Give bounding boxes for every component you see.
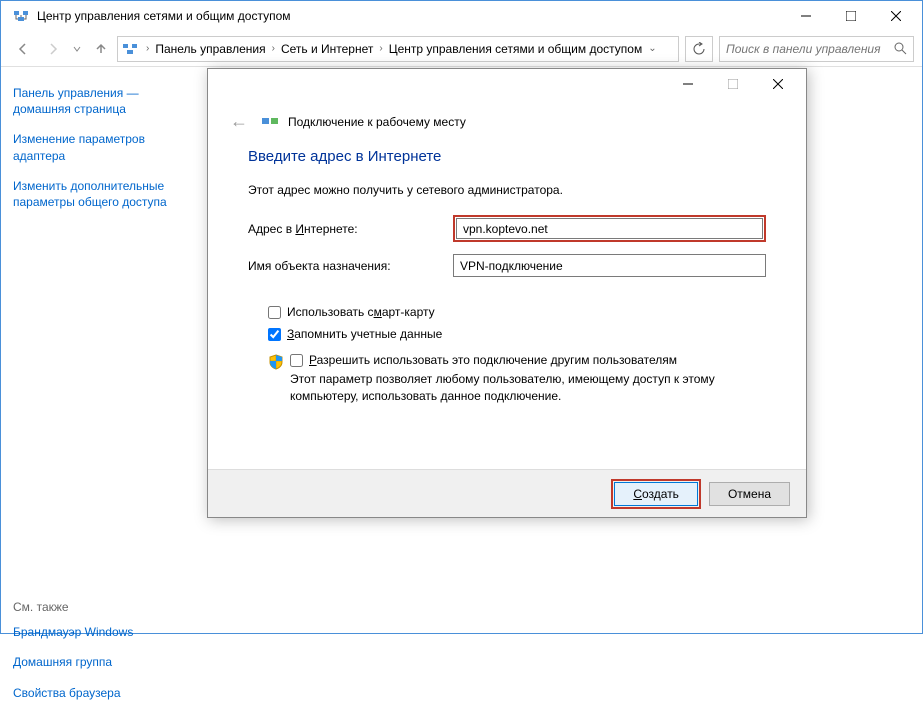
network-folder-icon bbox=[122, 41, 138, 57]
allow-others-description: Этот параметр позволяет любому пользоват… bbox=[290, 371, 766, 405]
chevron-right-icon: › bbox=[373, 43, 388, 54]
destination-name-label: Имя объекта назначения: bbox=[248, 259, 453, 273]
minimize-button[interactable] bbox=[783, 2, 828, 31]
cancel-button[interactable]: Отмена bbox=[709, 482, 790, 506]
dialog-minimize-button[interactable] bbox=[665, 70, 710, 99]
breadcrumb-item[interactable]: Панель управления bbox=[155, 42, 265, 56]
allow-others-row: Разрешить использовать это подключение д… bbox=[268, 353, 766, 405]
breadcrumb[interactable]: › Панель управления › Сеть и Интернет › … bbox=[117, 36, 679, 62]
breadcrumb-item[interactable]: Центр управления сетями и общим доступом bbox=[389, 42, 643, 56]
remember-checkbox-row: Запомнить учетные данные bbox=[268, 327, 766, 341]
destination-name-row: Имя объекта назначения: bbox=[248, 254, 766, 277]
nav-history-dropdown[interactable] bbox=[69, 35, 85, 63]
dialog-subtitle: Этот адрес можно получить у сетевого адм… bbox=[248, 183, 766, 197]
adapter-settings-link[interactable]: Изменение параметров адаптера bbox=[13, 131, 189, 163]
checkbox-group: Использовать смарт-карту Запомнить учетн… bbox=[268, 305, 766, 405]
create-button-highlight: Создать bbox=[611, 479, 701, 509]
remember-label: Запомнить учетные данные bbox=[287, 327, 442, 341]
home-link[interactable]: Панель управления — домашняя страница bbox=[13, 85, 189, 117]
chevron-right-icon: › bbox=[266, 43, 281, 54]
refresh-button[interactable] bbox=[685, 36, 713, 62]
window-titlebar: Центр управления сетями и общим доступом bbox=[1, 1, 922, 31]
dialog-heading: Введите адрес в Интернете bbox=[248, 148, 766, 165]
internet-address-highlight bbox=[453, 215, 766, 242]
chevron-down-icon[interactable]: ⌄ bbox=[642, 43, 662, 54]
internet-address-row: Адрес в Интернете: bbox=[248, 215, 766, 242]
navigation-bar: › Панель управления › Сеть и Интернет › … bbox=[1, 31, 922, 67]
nav-up-button[interactable] bbox=[87, 35, 115, 63]
dialog-close-button[interactable] bbox=[755, 70, 800, 99]
dialog-footer: Создать Отмена bbox=[208, 469, 806, 517]
create-button[interactable]: Создать bbox=[614, 482, 698, 506]
firewall-link[interactable]: Брандмауэр Windows bbox=[13, 624, 189, 640]
allow-others-content: Разрешить использовать это подключение д… bbox=[290, 353, 766, 405]
search-icon bbox=[894, 42, 907, 55]
sharing-settings-link[interactable]: Изменить дополнительные параметры общего… bbox=[13, 178, 189, 210]
vpn-connection-dialog: ← Подключение к рабочему месту Введите а… bbox=[207, 68, 807, 518]
chevron-right-icon: › bbox=[140, 43, 155, 54]
dialog-body: Введите адрес в Интернете Этот адрес мож… bbox=[208, 142, 806, 405]
remember-credentials-checkbox[interactable] bbox=[268, 328, 281, 341]
internet-address-label: Адрес в Интернете: bbox=[248, 222, 453, 236]
smartcard-checkbox-row: Использовать смарт-карту bbox=[268, 305, 766, 319]
breadcrumb-item[interactable]: Сеть и Интернет bbox=[281, 42, 373, 56]
nav-back-button[interactable] bbox=[9, 35, 37, 63]
network-center-icon bbox=[13, 8, 29, 24]
close-button[interactable] bbox=[873, 2, 918, 31]
window-title: Центр управления сетями и общим доступом bbox=[37, 9, 783, 23]
dialog-title: Подключение к рабочему месту bbox=[288, 115, 466, 129]
dialog-maximize-button bbox=[710, 70, 755, 99]
allow-others-label: Разрешить использовать это подключение д… bbox=[309, 353, 677, 367]
browser-properties-link[interactable]: Свойства браузера bbox=[13, 685, 189, 701]
search-input[interactable] bbox=[726, 42, 894, 56]
shield-icon bbox=[268, 354, 284, 370]
search-box[interactable] bbox=[719, 36, 914, 62]
dialog-titlebar bbox=[208, 69, 806, 99]
see-also-title: См. также bbox=[13, 600, 189, 614]
internet-address-input[interactable] bbox=[456, 218, 763, 239]
smartcard-checkbox[interactable] bbox=[268, 306, 281, 319]
homegroup-link[interactable]: Домашняя группа bbox=[13, 654, 189, 670]
dialog-back-button[interactable]: ← bbox=[226, 109, 252, 134]
maximize-button[interactable] bbox=[828, 2, 873, 31]
workplace-connect-icon bbox=[262, 114, 278, 130]
allow-others-checkbox[interactable] bbox=[290, 354, 303, 367]
smartcard-label: Использовать смарт-карту bbox=[287, 305, 435, 319]
dialog-header: ← Подключение к рабочему месту bbox=[208, 99, 806, 142]
destination-name-input[interactable] bbox=[453, 254, 766, 277]
nav-forward-button[interactable] bbox=[39, 35, 67, 63]
sidebar: Панель управления — домашняя страница Из… bbox=[1, 67, 201, 633]
window-controls bbox=[783, 2, 918, 31]
